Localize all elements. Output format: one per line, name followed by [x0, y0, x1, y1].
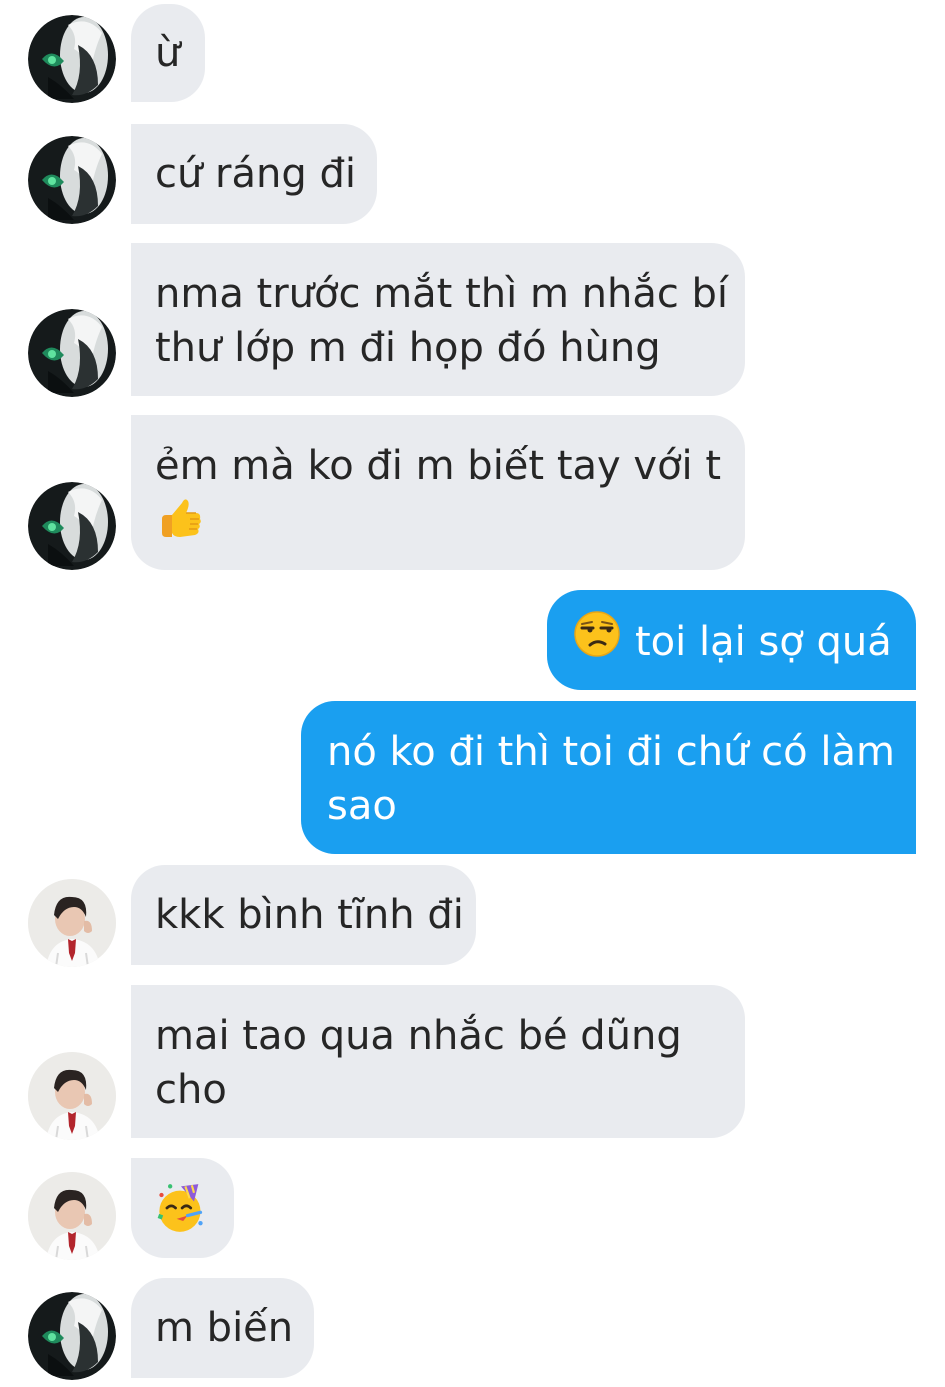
message-bubble-outgoing[interactable]: nó ko đi thì toi đi chứ có làm sao — [301, 701, 916, 854]
contact-a-avatar[interactable] — [28, 1292, 116, 1380]
unamused-face-emoji — [573, 610, 621, 672]
message-text-line: cho — [155, 1067, 227, 1113]
message-bubble[interactable]: m biến — [131, 1278, 314, 1378]
message-text-line: sao — [327, 783, 397, 829]
message-bubble-outgoing[interactable]: toi lại sợ quá — [547, 590, 916, 690]
message-text-line: mai tao qua nhắc bé dũng — [155, 1013, 682, 1059]
contact-a-avatar[interactable] — [28, 15, 116, 103]
message-bubble[interactable]: ừ — [131, 4, 205, 102]
message-bubble[interactable]: nma trước mắt thì m nhắc bí thư lớp m đi… — [131, 243, 745, 396]
message-text: toi lại sợ quá — [635, 619, 892, 665]
message-bubble[interactable] — [131, 1158, 234, 1258]
contact-b-avatar[interactable] — [28, 879, 116, 967]
message-bubble[interactable]: cứ ráng đi — [131, 124, 377, 224]
message-bubble[interactable]: kkk bình tĩnh đi — [131, 865, 476, 965]
message-text-line: nó ko đi thì toi đi chứ có làm — [327, 729, 895, 775]
partying-face-emoji — [155, 1158, 234, 1248]
message-text: kkk bình tĩnh đi — [155, 892, 464, 938]
message-text-line: thư lớp m đi họp đó hùng — [155, 325, 661, 371]
contact-a-avatar[interactable] — [28, 309, 116, 397]
message-text-line: ẻm mà ko đi m biết tay với t — [155, 443, 722, 489]
message-text-line: nma trước mắt thì m nhắc bí — [155, 271, 729, 317]
contact-b-avatar[interactable] — [28, 1172, 116, 1260]
chat-thread: ừ cứ ráng đi nma trước mắt thì m nhắc bí… — [0, 0, 945, 1387]
message-text: cứ ráng đi — [155, 151, 356, 197]
message-bubble[interactable]: ẻm mà ko đi m biết tay với t — [131, 415, 745, 570]
message-text: ừ — [155, 30, 181, 76]
message-bubble[interactable]: mai tao qua nhắc bé dũng cho — [131, 985, 745, 1138]
contact-a-avatar[interactable] — [28, 136, 116, 224]
message-text: m biến — [155, 1305, 294, 1351]
contact-a-avatar[interactable] — [28, 482, 116, 570]
thumbs-up-emoji — [155, 493, 745, 557]
contact-b-avatar[interactable] — [28, 1052, 116, 1140]
